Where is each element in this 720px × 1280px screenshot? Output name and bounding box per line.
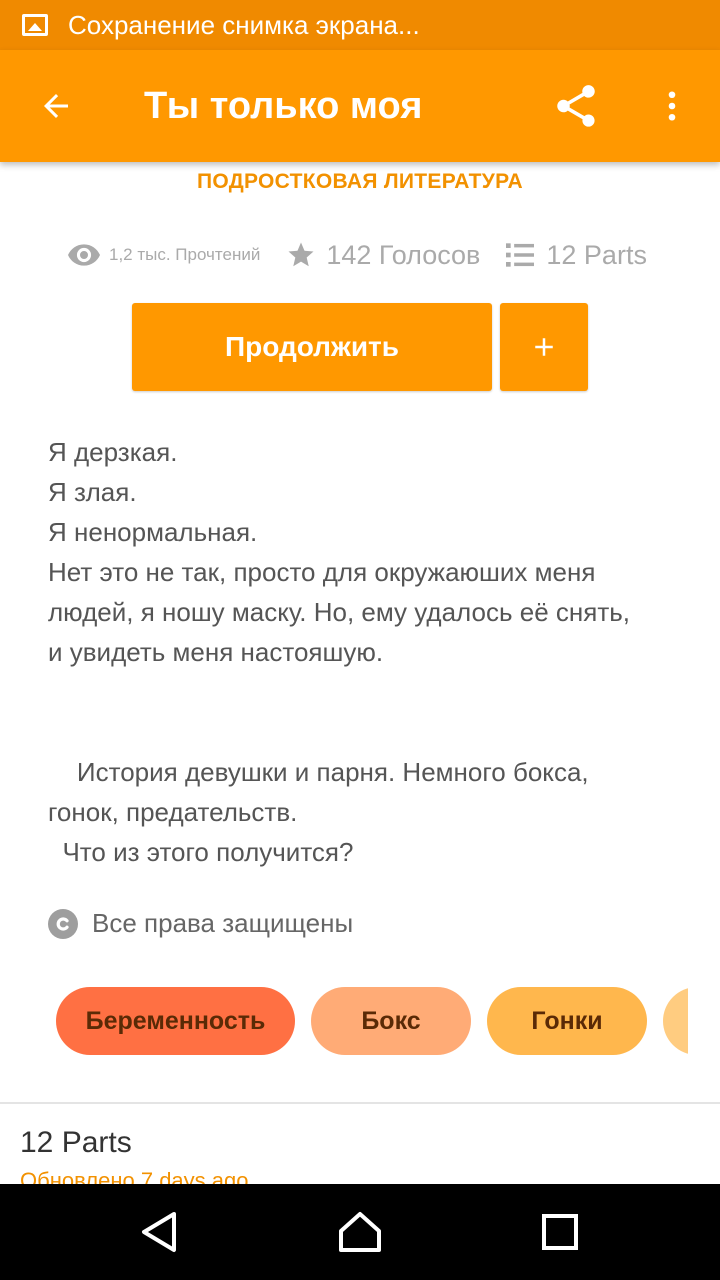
tag-chip[interactable]: Бокс — [311, 987, 471, 1055]
description-line: Нет это не так, просто для окружаюших ме… — [48, 557, 596, 587]
copyright-row: Все права защищены — [48, 908, 353, 939]
star-icon — [288, 242, 314, 267]
description-line: Я злая. — [48, 477, 137, 507]
reads-stat: 1,2 тыс. Прочтений — [68, 244, 260, 266]
votes-stat: 142 Голосов — [286, 240, 480, 271]
image-icon — [22, 14, 48, 36]
more-options-button[interactable] — [624, 50, 720, 162]
nav-recents-button[interactable] — [500, 1184, 620, 1280]
more-vert-icon — [668, 91, 676, 121]
tag-label: Беременность — [85, 1006, 266, 1035]
back-button[interactable] — [0, 50, 112, 162]
copyright-icon — [48, 908, 78, 939]
parts-section-title[interactable]: 12 Parts — [20, 1126, 132, 1160]
share-icon — [557, 85, 595, 127]
nav-back-icon — [142, 1212, 176, 1252]
parts-updated-text: Обновлено 7 days ago — [20, 1168, 249, 1184]
description-line: История девушки и парня. Немного бокса, — [48, 757, 589, 787]
description-line: Я дерзкая. — [48, 437, 178, 467]
parts-stat: 12 Parts — [506, 240, 647, 271]
parts-count: 12 Parts — [546, 239, 647, 270]
tag-list: Беременность Бокс Гонки — [0, 986, 688, 1056]
description-line: гонок, предательств. — [48, 797, 298, 827]
status-notification-text: Сохранение снимка экрана... — [68, 9, 420, 40]
status-bar: Сохранение снимка экрана... — [0, 0, 720, 50]
description-line: людей, я ношу маску. Но, ему удалось её … — [48, 597, 631, 627]
app-bar: Ты только моя — [0, 50, 720, 162]
nav-recents-icon — [542, 1214, 578, 1250]
nav-home-button[interactable] — [300, 1184, 420, 1280]
share-button[interactable] — [528, 50, 624, 162]
continue-reading-button[interactable]: Продолжить — [132, 303, 492, 391]
description-line: Что из этого получится? — [48, 837, 354, 867]
description-line: и увидеть меня настояшую. — [48, 637, 384, 667]
description-line — [48, 712, 688, 752]
story-category[interactable]: ПОДРОСТКОВАЯ ЛИТЕРАТУРА — [0, 170, 720, 194]
tag-chip[interactable] — [663, 987, 688, 1055]
story-description: Я дерзкая. Я злая. Я ненормальная. Нет это … — [48, 432, 688, 872]
tag-label: Бокс — [361, 1006, 421, 1035]
plus-icon — [535, 338, 553, 356]
page-title: Ты только моя — [144, 84, 423, 127]
eye-icon — [68, 244, 100, 266]
votes-count: 142 Голосов — [326, 239, 481, 270]
nav-home-icon — [339, 1212, 381, 1252]
description-line: Я ненормальная. — [48, 517, 258, 547]
description-line — [48, 672, 688, 712]
arrow-left-icon — [44, 94, 68, 118]
story-stats: 1,2 тыс. Прочтений 142 Голосов 12 Parts — [68, 232, 647, 278]
tag-chip[interactable]: Гонки — [487, 987, 647, 1055]
reads-count: 1,2 тыс. Прочтений — [109, 245, 261, 264]
tag-label: Гонки — [531, 1006, 603, 1035]
copyright-label: Все права защищены — [92, 908, 354, 938]
nav-back-button[interactable] — [100, 1184, 220, 1280]
section-divider — [0, 1102, 720, 1104]
list-icon — [506, 243, 535, 267]
add-to-library-button[interactable] — [500, 303, 588, 391]
tag-chip[interactable]: Беременность — [56, 987, 295, 1055]
system-nav-bar — [0, 1184, 720, 1280]
